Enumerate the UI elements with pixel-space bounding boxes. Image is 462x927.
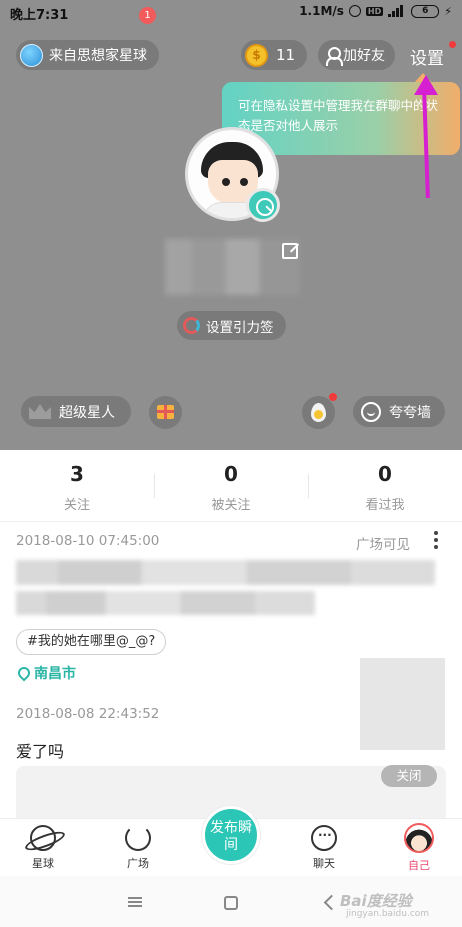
stat-count: 0 [224,462,238,486]
tab-label: 聊天 [313,857,335,870]
gift-icon [157,405,174,419]
publish-moment-button[interactable]: 发布瞬间 [202,806,260,864]
chat-bubble-icon [311,825,337,851]
egg-button[interactable] [302,396,335,429]
hd-icon: HD [365,6,384,16]
person-icon [326,46,343,66]
close-button[interactable]: 关闭 [381,765,437,787]
topic-tag[interactable]: #我的她在哪里@_@? [16,629,167,655]
settings-notification-dot [449,41,456,48]
coin-icon: $ [245,43,268,67]
tab-label: 自己 [408,859,430,872]
tab-label: 星球 [32,857,54,870]
set-gravity-tag-label: 设置引力签 [206,319,274,336]
stat-followers[interactable]: 0 被关注 [154,450,308,521]
globe-icon [20,43,43,67]
planet-origin-chip[interactable]: 来自思想家星球 [16,40,159,70]
post-datetime: 2018-08-08 22:43:52 [16,706,160,722]
post-visibility: 广场可见 [356,537,410,553]
annotation-arrow-icon [414,75,438,95]
tab-planet[interactable]: 星球 [13,825,73,871]
stat-count: 3 [70,462,84,486]
avatar-eye [240,178,248,186]
status-time: 晚上7:31 [10,8,69,23]
set-gravity-tag-button[interactable]: 设置引力签 [177,311,286,340]
planet-origin-label: 来自思想家星球 [49,48,147,64]
watermark-url: jingyan.baidu.com [346,909,430,919]
planet-icon [30,825,56,851]
edit-icon[interactable] [282,243,298,259]
location-label: 南昌市 [34,666,76,682]
post-location[interactable]: 南昌市 [15,663,76,683]
nickname-blurred [165,239,300,295]
gift-button[interactable] [149,396,182,429]
profile-header: 来自思想家星球 $ 11 加好友 设置 可在隐私设置中管理我在群聊中的状态是否对… [0,26,462,450]
stat-visitors[interactable]: 0 看过我 [308,450,462,521]
super-star-button[interactable]: 超级星人 [21,396,131,427]
post-content-blurred [16,591,315,615]
magnet-icon [183,317,200,334]
status-icons: 1.1M/s HD 6 ⚡ [299,4,452,18]
privacy-tooltip-text: 可在隐私设置中管理我在群聊中的状态是否对他人展示 [238,98,439,133]
settings-button[interactable]: 设置 [410,44,444,69]
charging-icon: ⚡ [444,4,452,18]
post-content-blurred [16,560,435,585]
back-icon[interactable] [323,894,340,911]
smile-icon [361,401,381,422]
menu-icon[interactable] [128,897,142,907]
watermark-logo: Bai度经验 [340,892,412,910]
super-star-label: 超级星人 [59,404,115,421]
post-text: 爱了吗 [16,742,65,761]
battery-icon: 6 [411,4,440,18]
crown-icon [29,404,51,419]
stats-row: 3 关注 0 被关注 0 看过我 [0,450,462,522]
plaza-icon [125,825,151,851]
alarm-icon [348,5,361,17]
praise-wall-label: 夸夸墙 [389,404,431,421]
tab-me[interactable]: 自己 [389,823,449,873]
post-thumbnail[interactable] [360,658,445,750]
status-bar: 晚上7:31 1.1M/s HD 6 ⚡ [0,0,462,26]
stat-label: 关注 [63,498,90,513]
tab-chat[interactable]: 聊天 [294,825,354,871]
coin-count: 11 [276,46,296,64]
location-pin-icon [15,664,33,682]
add-friend-button[interactable]: 加好友 [318,40,395,70]
egg-icon [311,403,326,422]
avatar-gravity-badge-icon[interactable] [246,188,280,222]
add-friend-label: 加好友 [343,48,385,64]
post-datetime: 2018-08-10 07:45:00 [16,533,160,549]
egg-notification-dot [329,393,337,401]
plaza-badge: 1 [139,7,156,24]
stat-label: 被关注 [211,498,251,513]
tab-label: 广场 [127,857,149,870]
stat-following[interactable]: 3 关注 [0,450,154,521]
tab-plaza[interactable]: 广场 [108,825,168,871]
network-speed: 1.1M/s [299,4,344,18]
coin-balance-chip[interactable]: $ 11 [241,40,308,70]
more-options-icon[interactable] [434,531,438,551]
avatar-eye [222,178,230,186]
me-avatar [404,823,434,853]
stat-count: 0 [378,462,392,486]
signal-icon [388,5,406,17]
praise-wall-button[interactable]: 夸夸墙 [353,396,445,427]
stat-label: 看过我 [365,498,405,513]
home-icon[interactable] [224,896,238,910]
